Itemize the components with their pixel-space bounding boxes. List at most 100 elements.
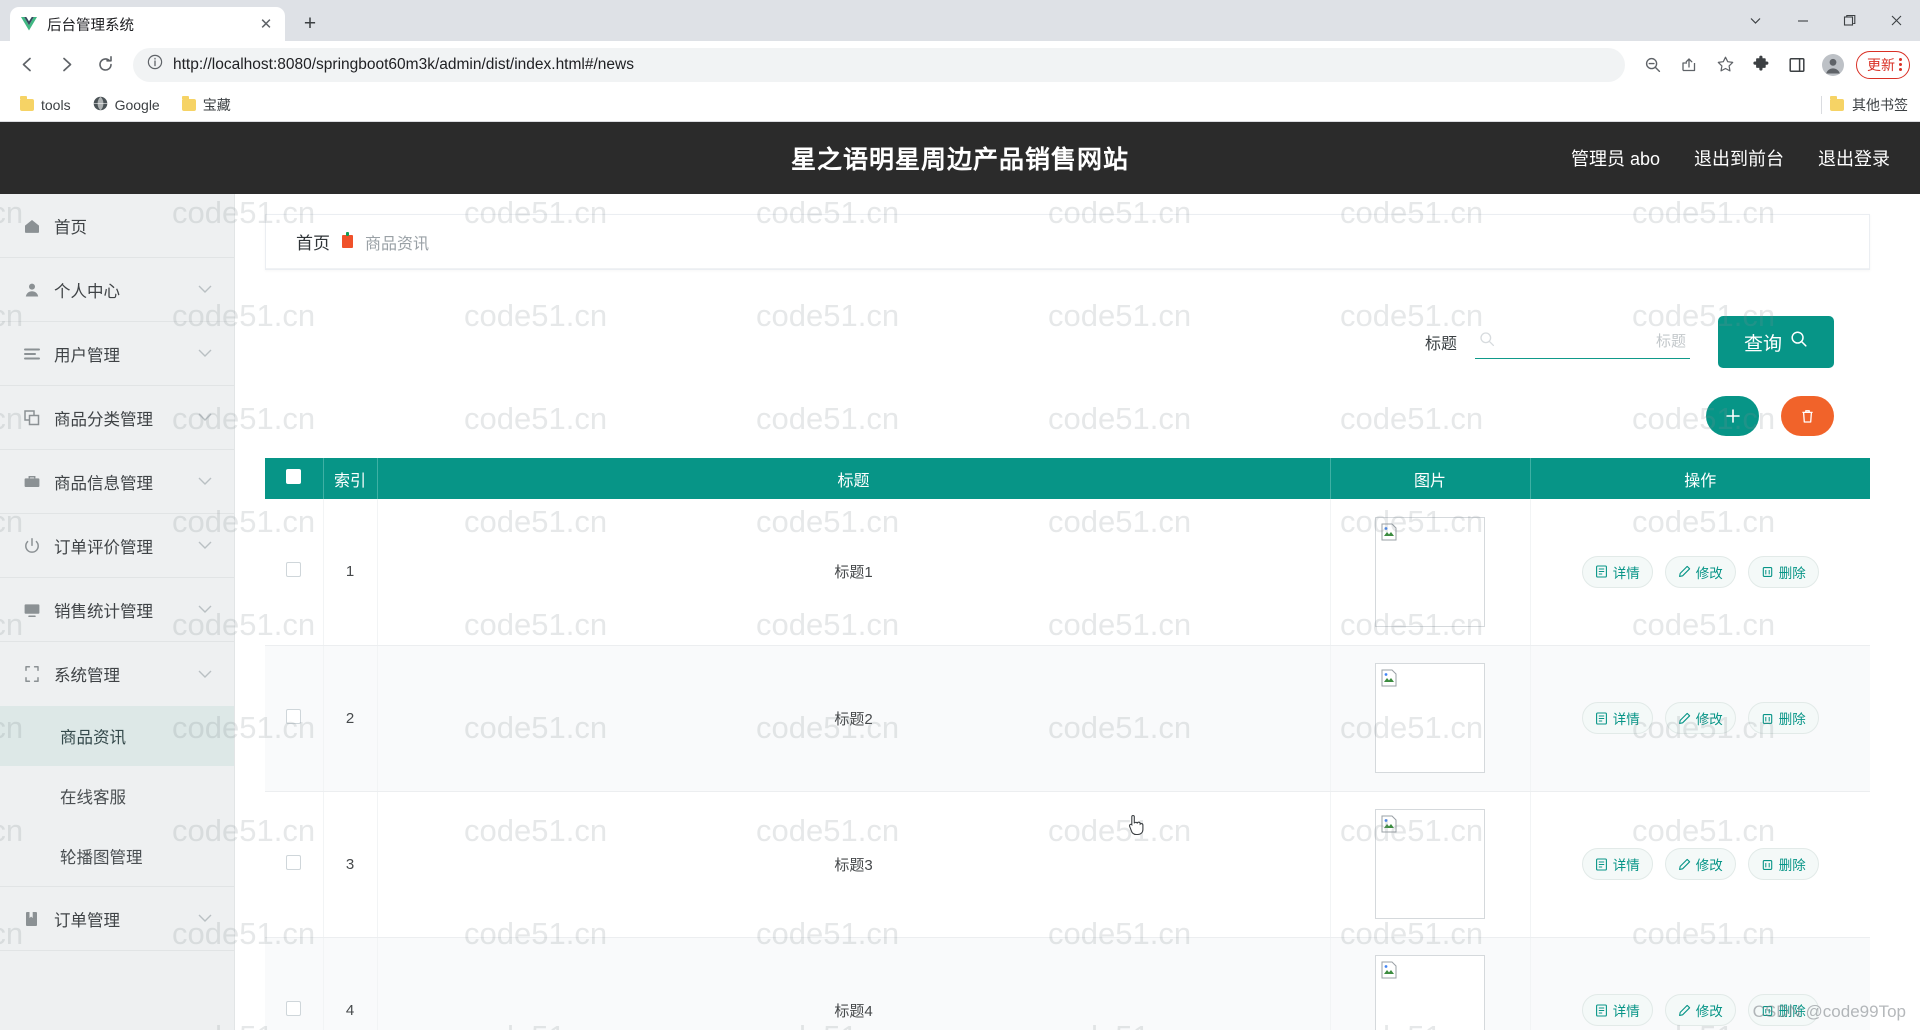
zoom-out-icon[interactable] bbox=[1636, 48, 1670, 82]
close-window-icon[interactable] bbox=[1873, 0, 1920, 41]
sidebar-item-system-management[interactable]: 系统管理 bbox=[0, 642, 234, 706]
bookmark-baozang[interactable]: 宝藏 bbox=[174, 91, 239, 119]
side-panel-icon[interactable] bbox=[1780, 48, 1814, 82]
share-icon[interactable] bbox=[1672, 48, 1706, 82]
close-icon[interactable]: ✕ bbox=[257, 15, 275, 33]
three-dots-icon[interactable] bbox=[1899, 58, 1902, 71]
sidebar-item-sales-statistics-management[interactable]: 销售统计管理 bbox=[0, 578, 234, 642]
row-checkbox-cell[interactable] bbox=[265, 499, 324, 646]
profile-avatar-icon[interactable] bbox=[1816, 48, 1850, 82]
crop-icon bbox=[22, 665, 41, 684]
delete-button[interactable]: 删除 bbox=[1747, 848, 1819, 880]
add-button[interactable] bbox=[1706, 396, 1759, 436]
sidebar-item-order-review-management[interactable]: 订单评价管理 bbox=[0, 514, 234, 578]
reload-icon[interactable] bbox=[88, 48, 122, 82]
table-row[interactable]: 1 标题1 详情 修改 删除 bbox=[265, 499, 1870, 646]
briefcase-icon bbox=[22, 472, 41, 491]
select-all-header[interactable] bbox=[265, 458, 324, 499]
news-table: 索引 标题 图片 操作 1 标题1 详情 修改 删除 2 标题2 详情 修改 删… bbox=[265, 458, 1870, 1030]
chevron-down-icon[interactable] bbox=[1732, 0, 1779, 41]
batch-delete-button[interactable] bbox=[1781, 396, 1834, 436]
edit-button[interactable]: 修改 bbox=[1664, 848, 1736, 880]
detail-label: 详情 bbox=[1612, 565, 1640, 581]
vue-logo-icon bbox=[20, 15, 38, 33]
page-title: 星之语明星周边产品销售网站 bbox=[790, 146, 1129, 174]
header-links: 管理员 abo 退出到前台 退出登录 bbox=[1571, 145, 1890, 171]
detail-button[interactable]: 详情 bbox=[1581, 702, 1653, 734]
edit-button[interactable]: 修改 bbox=[1664, 994, 1736, 1026]
new-tab-button[interactable]: + bbox=[295, 9, 325, 39]
table-row[interactable]: 4 标题4 详情 修改 删除 bbox=[265, 937, 1870, 1030]
sidebar-item-label: 首页 bbox=[54, 218, 87, 237]
sidebar-item-carousel-management[interactable]: 轮播图管理 bbox=[0, 826, 234, 886]
search-bar: 标题 查询 bbox=[265, 288, 1870, 396]
detail-button[interactable]: 详情 bbox=[1581, 994, 1653, 1026]
sidebar-subitem-label: 在线客服 bbox=[60, 789, 126, 807]
row-checkbox-cell[interactable] bbox=[265, 791, 324, 938]
trash-icon bbox=[1802, 409, 1813, 423]
table-body: 1 标题1 详情 修改 删除 2 标题2 详情 修改 删除 3 标题3 详情 修… bbox=[265, 499, 1870, 1030]
update-button[interactable]: 更新 bbox=[1856, 50, 1910, 79]
folder-icon bbox=[181, 95, 196, 111]
delete-button[interactable]: 删除 bbox=[1747, 555, 1819, 588]
broken-image-icon bbox=[1375, 809, 1485, 919]
search-input[interactable] bbox=[1474, 333, 1690, 350]
extensions-puzzle-icon[interactable] bbox=[1744, 48, 1778, 82]
tab-strip: 后台管理系统 ✕ + bbox=[0, 0, 1920, 41]
checkbox-icon[interactable] bbox=[286, 854, 302, 870]
sidebar-item-online-service[interactable]: 在线客服 bbox=[0, 766, 234, 826]
edit-button[interactable]: 修改 bbox=[1664, 702, 1736, 734]
edit-button[interactable]: 修改 bbox=[1664, 555, 1736, 588]
row-image-cell bbox=[1330, 791, 1531, 938]
sidebar-item-order-management[interactable]: 订单管理 bbox=[0, 887, 234, 951]
back-arrow-icon[interactable] bbox=[10, 48, 44, 82]
sidebar-item-home[interactable]: 首页 bbox=[0, 194, 234, 258]
sidebar-item-product-info-management[interactable]: 商品信息管理 bbox=[0, 450, 234, 514]
checkbox-icon[interactable] bbox=[286, 1000, 302, 1016]
detail-button[interactable]: 详情 bbox=[1581, 555, 1653, 588]
column-image: 图片 bbox=[1330, 458, 1531, 499]
browser-tab[interactable]: 后台管理系统 ✕ bbox=[10, 7, 285, 41]
row-checkbox-cell[interactable] bbox=[265, 645, 324, 792]
detail-button[interactable]: 详情 bbox=[1581, 848, 1653, 880]
checkbox-icon[interactable] bbox=[286, 708, 302, 724]
sidebar-item-personal-center[interactable]: 个人中心 bbox=[0, 258, 234, 322]
address-bar[interactable]: http://localhost:8080/springboot60m3k/ad… bbox=[133, 47, 1625, 82]
table-row[interactable]: 2 标题2 详情 修改 删除 bbox=[265, 645, 1870, 792]
maximize-icon[interactable] bbox=[1826, 0, 1873, 41]
minimize-icon[interactable] bbox=[1779, 0, 1826, 41]
edit-label: 修改 bbox=[1695, 565, 1723, 581]
row-index: 3 bbox=[323, 791, 378, 938]
delete-button[interactable]: 删除 bbox=[1747, 702, 1819, 734]
logout-link[interactable]: 退出登录 bbox=[1818, 145, 1890, 171]
sidebar-item-product-news[interactable]: 商品资讯 bbox=[0, 706, 234, 766]
mouse-cursor bbox=[1127, 814, 1145, 841]
query-button[interactable]: 查询 bbox=[1717, 316, 1834, 368]
trash-icon bbox=[1762, 567, 1772, 578]
sidebar-item-product-category-management[interactable]: 商品分类管理 bbox=[0, 386, 234, 450]
breadcrumb-home[interactable]: 首页 bbox=[296, 229, 330, 254]
table-row[interactable]: 3 标题3 详情 修改 删除 bbox=[265, 791, 1870, 938]
url-text: http://localhost:8080/springboot60m3k/ad… bbox=[173, 55, 634, 73]
forward-arrow-icon[interactable] bbox=[49, 48, 83, 82]
row-image-cell bbox=[1330, 499, 1531, 646]
breadcrumb-card: 首页 商品资讯 bbox=[265, 214, 1870, 270]
browser-window: 后台管理系统 ✕ + http://localhost:8080/springb… bbox=[0, 0, 1920, 1030]
sidebar-item-user-management[interactable]: 用户管理 bbox=[0, 322, 234, 386]
search-field[interactable] bbox=[1474, 325, 1690, 359]
search-icon bbox=[1479, 331, 1495, 352]
bookmark-label: 宝藏 bbox=[202, 96, 231, 113]
home-icon bbox=[22, 216, 41, 235]
edit-label: 修改 bbox=[1695, 1004, 1723, 1019]
exit-to-frontend-link[interactable]: 退出到前台 bbox=[1694, 145, 1784, 171]
detail-label: 详情 bbox=[1612, 1004, 1640, 1019]
site-info-icon[interactable] bbox=[147, 54, 163, 75]
bookmark-google[interactable]: Google bbox=[85, 92, 168, 118]
checkbox-icon[interactable] bbox=[286, 562, 302, 578]
other-bookmarks[interactable]: 其他书签 bbox=[1821, 95, 1908, 115]
bookmark-star-icon[interactable] bbox=[1708, 48, 1742, 82]
bookmark-tools[interactable]: tools bbox=[12, 93, 79, 117]
delete-label: 删除 bbox=[1778, 858, 1806, 873]
checkbox-icon[interactable] bbox=[286, 468, 302, 484]
row-checkbox-cell[interactable] bbox=[265, 937, 324, 1030]
